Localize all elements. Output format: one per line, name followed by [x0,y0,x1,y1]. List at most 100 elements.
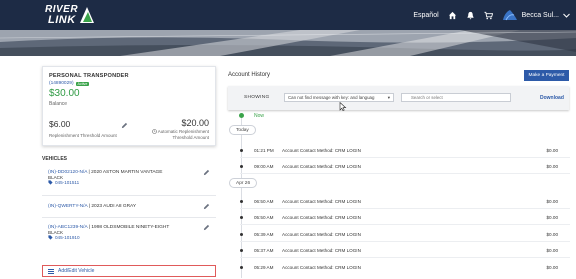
user-name: Becca Sul... [521,11,559,19]
row-time: 05:29 AM [254,265,274,270]
tag-icon [48,180,53,185]
top-navbar: RIVER LINK Español Becca Sul... [0,0,576,30]
language-link[interactable]: Español [413,12,438,19]
auto-replenish-label-2: Threshold Amount [172,135,209,140]
row-description: Account Contact Method: CRM LOGIN [282,215,361,220]
row-amount: $0.00 [546,265,559,270]
threshold-amount: $6.00 [49,119,71,129]
auto-replenish-amount: $20.00 [181,118,209,128]
row-amount: $0.00 [546,164,559,169]
hero-banner [0,30,576,56]
row-description: Account Contact Method: CRM LOGIN [282,265,361,270]
timeline-dot [240,249,243,252]
balance-label: Balance [49,101,68,107]
edit-threshold-pencil-icon[interactable] [121,122,128,129]
edit-vehicle-pencil-icon[interactable] [203,203,210,210]
tag-icon [48,235,53,240]
date-group-label: Today [229,125,256,135]
user-menu[interactable]: Becca Sul... [502,9,570,21]
row-amount: $0.00 [546,199,559,204]
edit-vehicle-pencil-icon[interactable] [203,169,210,176]
mouse-cursor-icon [339,102,347,111]
row-time: 05:50 AM [254,215,274,220]
account-type: PERSONAL TRANSPONDER [49,73,129,79]
vehicle-item[interactable]: (IN)-QWERTY-N/A | 2023 AUDI A8 GRAY [42,196,216,218]
row-amount: $0.00 [546,215,559,220]
status-badge: Active [75,81,90,86]
timeline-dot [240,233,243,236]
row-amount: $0.00 [546,148,559,153]
row-time: 01:21 PM [254,148,274,153]
vehicle-tag-number: 045-101511 [55,180,80,185]
user-avatar-icon [502,10,517,21]
add-edit-vehicle-label: Add/Edit Vehicle [58,268,95,274]
logo-swoosh-icon [80,7,94,23]
account-id-row: (14890029) Active [49,81,90,86]
history-row[interactable]: 09:00 AM Account Contact Method: CRM LOG… [240,162,570,174]
row-time: 06:50 AM [254,199,274,204]
vehicle-list: (IN)-DD02120-N/A | 2020 ASTON MARTIN VAN… [42,164,216,252]
showing-label: SHOWING [244,95,270,100]
history-type-value: Can not find message with key: and langu… [288,95,375,100]
row-description: Account Contact Method: CRM LOGIN [282,199,361,204]
history-row[interactable]: 05:37 AM Account Contact Method: CRM LOG… [240,246,570,258]
history-row[interactable]: 05:50 AM Account Contact Method: CRM LOG… [240,213,570,225]
edit-vehicle-pencil-icon[interactable] [203,224,210,231]
date-group-label: Apr 26 [229,178,258,188]
riverlink-logo[interactable]: RIVER LINK [42,3,96,27]
timeline-dot [240,149,243,152]
timeline-dot [240,200,243,203]
vehicle-tag-number: 045-101910 [55,235,80,240]
history-row[interactable]: 06:50 AM Account Contact Method: CRM LOG… [240,197,570,209]
vehicle-desc: 1998 OLDSMOBILE NINETY-EIGHT [91,225,170,230]
now-marker [239,113,244,118]
make-payment-button[interactable]: Make a Payment [524,70,569,81]
vehicle-tag: 045-101910 [48,235,210,240]
history-search-input[interactable] [401,93,511,102]
threshold-label: Replenishment Threshold Amount [49,133,117,138]
home-icon[interactable] [448,11,457,20]
history-row[interactable]: 05:39 AM Account Contact Method: CRM LOG… [240,230,570,242]
account-id[interactable]: (14890029) [49,81,74,86]
timeline-dot [240,266,243,269]
bell-icon[interactable] [466,11,475,20]
balance-amount: $30.00 [49,88,80,99]
auto-replenish-label-1: Automatic Replenishment [157,129,209,134]
hero-bridge-image [0,30,576,56]
list-icon [48,268,54,274]
row-description: Account Contact Method: CRM LOGIN [282,148,361,153]
vehicle-title: (IN)-QWERTY-N/A | 2023 AUDI A8 GRAY [48,204,137,209]
timeline-dot [240,216,243,219]
download-link[interactable]: Download [540,95,564,101]
row-description: Account Contact Method: CRM LOGIN [282,164,361,169]
logo-line-2: LINK [48,14,76,26]
history-type-select[interactable]: Can not find message with key: and langu… [284,93,394,102]
now-label: Now [254,113,265,119]
row-amount: $0.00 [546,248,559,253]
cart-icon[interactable] [484,11,493,20]
vehicle-item[interactable]: (IN)-ABC1239-N/A | 1998 OLDSMOBILE NINET… [42,218,216,252]
row-description: Account Contact Method: CRM LOGIN [282,248,361,253]
transponder-account-card: PERSONAL TRANSPONDER (14890029) Active $… [42,66,216,146]
auto-replenish-label: Automatic Replenishment Threshold Amount [151,129,209,141]
row-description: Account Contact Method: CRM LOGIN [282,232,361,237]
chevron-down-icon: ▾ [387,95,390,100]
vehicle-desc: 2020 ASTON MARTIN VANTAGE [91,170,163,175]
history-row[interactable]: 01:21 PM Account Contact Method: CRM LOG… [240,146,570,158]
row-time: 09:00 AM [254,164,274,169]
history-row[interactable]: 05:29 AM Account Contact Method: CRM LOG… [240,263,570,275]
history-filter-bar: SHOWING Can not find message with key: a… [228,86,569,110]
account-history-title: Account History [228,72,271,78]
row-time: 05:37 AM [254,248,274,253]
vehicle-plate[interactable]: (IN)-QWERTY-N/A [48,204,87,209]
vehicle-item[interactable]: (IN)-DD02120-N/A | 2020 ASTON MARTIN VAN… [42,164,216,196]
add-edit-vehicle-button[interactable]: Add/Edit Vehicle [42,265,216,277]
row-amount: $0.00 [546,232,559,237]
timeline-dot [240,165,243,168]
clock-icon [151,129,157,134]
vehicle-tag: 045-101511 [48,180,210,185]
chevron-down-icon [563,13,570,18]
vehicle-desc: 2023 AUDI A8 GRAY [91,204,137,209]
row-time: 05:39 AM [254,232,274,237]
vehicles-heading: VEHICLES [42,156,68,162]
